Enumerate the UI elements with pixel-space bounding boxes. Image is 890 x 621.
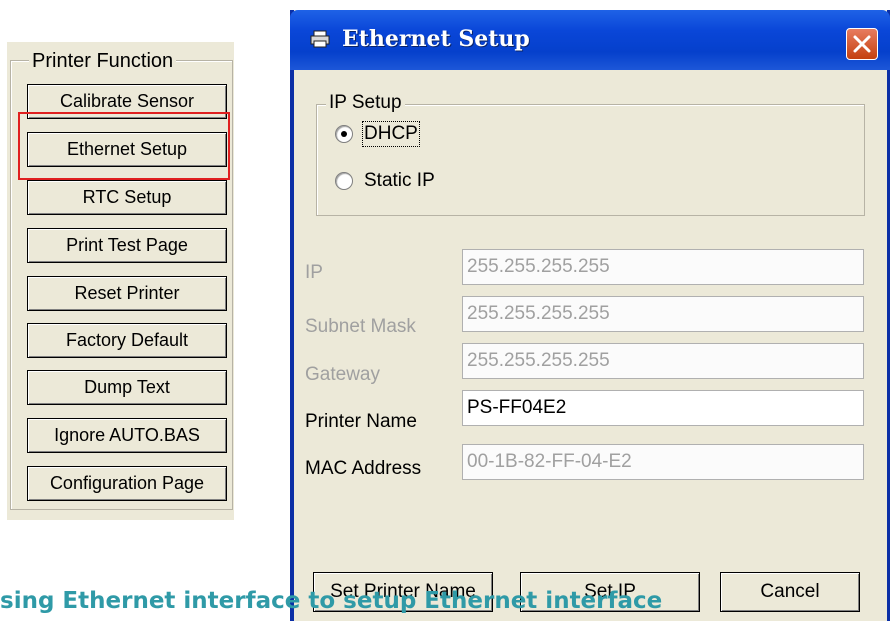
subnet-mask-field[interactable] xyxy=(462,296,864,332)
rtc-setup-button[interactable]: RTC Setup xyxy=(27,180,227,215)
printer-name-field[interactable] xyxy=(462,390,864,426)
caption-text: sing Ethernet interface to setup Etherne… xyxy=(0,588,663,614)
subnet-mask-label: Subnet Mask xyxy=(305,316,416,337)
dialog-title-bar[interactable]: Ethernet Setup xyxy=(290,10,890,70)
cancel-button[interactable]: Cancel xyxy=(720,572,860,612)
dhcp-radio[interactable] xyxy=(335,125,353,143)
close-icon[interactable] xyxy=(846,28,878,60)
dhcp-label[interactable]: DHCP xyxy=(362,121,420,147)
mac-address-field[interactable] xyxy=(462,444,864,480)
dialog-title: Ethernet Setup xyxy=(342,26,530,52)
ethernet-setup-highlight xyxy=(18,112,230,180)
ip-setup-group xyxy=(316,104,865,216)
factory-default-button[interactable]: Factory Default xyxy=(27,323,227,358)
gateway-field[interactable] xyxy=(462,343,864,379)
printer-function-title: Printer Function xyxy=(29,50,177,72)
print-test-page-button[interactable]: Print Test Page xyxy=(27,228,227,263)
dump-text-button[interactable]: Dump Text xyxy=(27,370,227,405)
ip-field[interactable] xyxy=(462,249,864,285)
reset-printer-button[interactable]: Reset Printer xyxy=(27,276,227,311)
ignore-autobas-button[interactable]: Ignore AUTO.BAS xyxy=(27,418,227,453)
printer-icon xyxy=(310,30,330,48)
printer-name-label: Printer Name xyxy=(305,411,417,432)
static-ip-label[interactable]: Static IP xyxy=(364,170,435,192)
mac-address-label: MAC Address xyxy=(305,458,422,479)
ip-label: IP xyxy=(305,262,323,283)
static-ip-radio[interactable] xyxy=(335,172,353,190)
gateway-label: Gateway xyxy=(305,364,380,385)
ip-setup-title: IP Setup xyxy=(326,92,405,114)
configuration-page-button[interactable]: Configuration Page xyxy=(27,466,227,501)
